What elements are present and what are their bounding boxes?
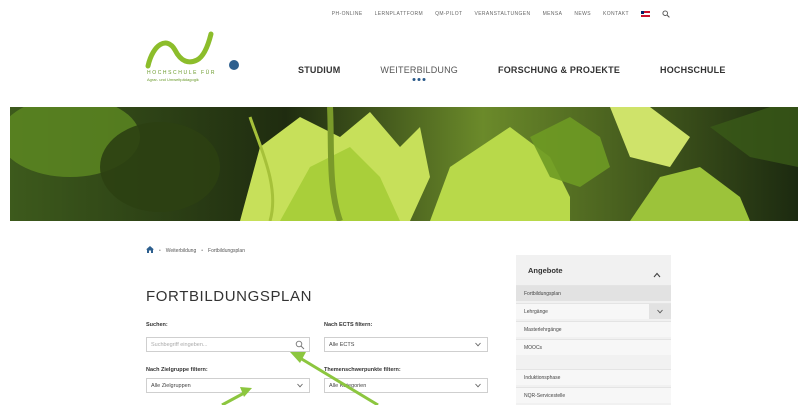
sidebar-item-label: Fortbildungsplan — [524, 290, 561, 297]
sidebar-title: Angebote — [528, 266, 563, 275]
link-lernplattform[interactable]: LERNPLATTFORM — [375, 11, 423, 17]
sidebar-item-moocs[interactable]: MOOCs — [516, 339, 671, 355]
sidebar-item-label: Lehrgänge — [524, 308, 548, 315]
main-navigation: STUDIUM WEITERBILDUNG FORSCHUNG & PROJEK… — [298, 65, 766, 81]
sidebar-item-nqr-servicestelle[interactable]: NQR-Servicestelle — [516, 387, 671, 403]
top-utility-bar: PH-ONLINE LERNPLATTFORM QM-PILOT VERANST… — [0, 0, 808, 28]
link-kontakt[interactable]: KONTAKT — [603, 11, 629, 17]
zielgruppe-filter-label: Nach Zielgruppe filtern: — [146, 367, 208, 373]
zielgruppe-filter-value: Alle Zielgruppen — [151, 382, 191, 389]
active-indicator-dots — [412, 78, 426, 81]
nav-studium[interactable]: STUDIUM — [298, 65, 340, 75]
sidebar-header[interactable]: Angebote — [516, 255, 671, 283]
link-veranstaltungen[interactable]: VERANSTALTUNGEN — [474, 11, 530, 17]
offers-sidebar: Angebote Fortbildungsplan Lehrgänge Mast… — [516, 255, 671, 405]
search-label: Suchen: — [146, 322, 168, 328]
sidebar-item-label: Induktionsphase — [524, 374, 561, 381]
breadcrumb: • Weiterbildung • Fortbildungsplan — [146, 246, 245, 255]
zielgruppe-filter-select[interactable]: Alle Zielgruppen — [146, 378, 310, 393]
search-input[interactable]: Suchbegriff eingeben... — [146, 337, 310, 352]
link-ph-online[interactable]: PH-ONLINE — [332, 11, 363, 17]
chevron-down-icon — [297, 383, 303, 390]
search-icon[interactable] — [662, 10, 670, 18]
home-icon[interactable] — [146, 246, 154, 255]
sidebar-item-label: NQR-Servicestelle — [524, 392, 566, 399]
chevron-down-icon — [475, 342, 481, 349]
main-content: • Weiterbildung • Fortbildungsplan FORTB… — [0, 221, 808, 405]
sidebar-item-label: Masterlehrgänge — [524, 326, 562, 333]
utility-links: PH-ONLINE LERNPLATTFORM QM-PILOT VERANST… — [332, 10, 670, 18]
hero-banner-image — [10, 107, 798, 221]
themen-filter-label: Themenschwerpunkte filtern: — [324, 367, 401, 373]
themen-filter-value: Alle Kategorien — [329, 382, 367, 389]
nav-weiterbildung-label: WEITERBILDUNG — [380, 65, 459, 75]
ects-filter-value: Alle ECTS — [329, 341, 355, 348]
nav-forschung-projekte[interactable]: FORSCHUNG & PROJEKTE — [498, 65, 620, 75]
link-mensa[interactable]: MENSA — [543, 11, 563, 17]
page-title: FORTBILDUNGSPLAN — [146, 288, 313, 305]
themen-filter-select[interactable]: Alle Kategorien — [324, 378, 488, 393]
site-logo[interactable]: HOCHSCHULE FÜR Agrar- und Umweltpädagogi… — [145, 30, 245, 86]
ects-filter-select[interactable]: Alle ECTS — [324, 337, 488, 352]
logo-mark-icon — [145, 31, 239, 70]
breadcrumb-fortbildungsplan: Fortbildungsplan — [208, 247, 245, 254]
link-qm-pilot[interactable]: QM-PILOT — [435, 11, 462, 17]
link-news[interactable]: NEWS — [574, 11, 591, 17]
ects-filter-label: Nach ECTS filtern: — [324, 322, 373, 328]
sidebar-item-lehrgaenge[interactable]: Lehrgänge — [516, 303, 671, 319]
sidebar-item-masterlehrgaenge[interactable]: Masterlehrgänge — [516, 321, 671, 337]
nav-weiterbildung[interactable]: WEITERBILDUNG — [380, 65, 459, 81]
uk-flag-icon[interactable] — [641, 11, 650, 17]
logo-text-line2: Agrar- und Umweltpädagogik — [147, 77, 199, 82]
chevron-up-icon[interactable] — [653, 265, 661, 283]
sidebar-item-fortbildungsplan[interactable]: Fortbildungsplan — [516, 285, 671, 301]
logo-text-line1: HOCHSCHULE FÜR — [147, 70, 217, 76]
sidebar-item-induktionsphase[interactable]: Induktionsphase — [516, 369, 671, 385]
vine-leaves-banner — [10, 107, 798, 221]
sidebar-item-label: MOOCs — [524, 344, 543, 351]
chevron-down-icon — [475, 383, 481, 390]
breadcrumb-weiterbildung[interactable]: Weiterbildung — [166, 248, 196, 254]
site-header: HOCHSCHULE FÜR Agrar- und Umweltpädagogi… — [0, 28, 808, 90]
chevron-down-icon[interactable] — [649, 304, 671, 319]
search-placeholder: Suchbegriff eingeben... — [151, 341, 208, 348]
search-icon[interactable] — [295, 340, 305, 352]
breadcrumb-separator: • — [201, 247, 204, 254]
breadcrumb-separator: • — [159, 247, 161, 254]
nav-hochschule[interactable]: HOCHSCHULE — [660, 65, 726, 75]
